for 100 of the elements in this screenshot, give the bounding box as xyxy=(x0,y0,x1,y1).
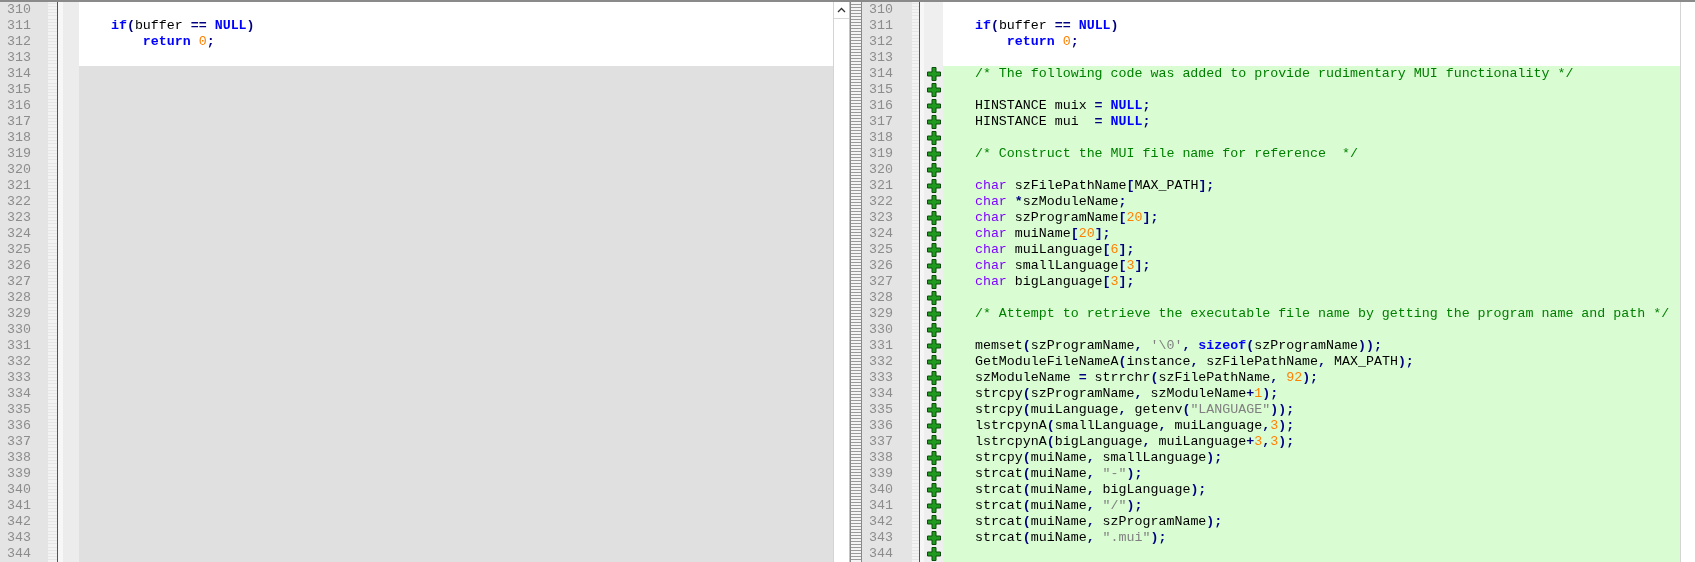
line-number: 323 xyxy=(0,210,48,226)
fold-margin xyxy=(48,306,58,322)
line-number: 324 xyxy=(0,226,48,242)
fold-margin xyxy=(48,498,58,514)
line-number: 315 xyxy=(862,82,912,98)
line-number: 333 xyxy=(862,370,912,386)
plus-icon xyxy=(926,115,941,129)
line-number: 310 xyxy=(0,2,48,18)
line-number: 338 xyxy=(0,450,48,466)
plus-icon xyxy=(926,371,941,385)
plus-icon xyxy=(926,83,941,97)
fold-margin xyxy=(48,354,58,370)
line-number: 311 xyxy=(862,18,912,34)
fold-margin xyxy=(48,514,58,530)
line-number: 313 xyxy=(0,50,48,66)
fold-margin xyxy=(48,402,58,418)
fold-margin xyxy=(48,82,58,98)
line-number: 321 xyxy=(862,178,912,194)
fold-margin xyxy=(48,242,58,258)
line-number: 318 xyxy=(862,130,912,146)
line-number: 337 xyxy=(862,434,912,450)
plus-icon xyxy=(926,387,941,401)
line-number: 336 xyxy=(0,418,48,434)
scrollbar[interactable] xyxy=(833,2,850,562)
fold-margin xyxy=(48,50,58,66)
plus-icon xyxy=(926,99,941,113)
line-number: 325 xyxy=(862,242,912,258)
line-number: 320 xyxy=(862,162,912,178)
line-number: 343 xyxy=(862,530,912,546)
caret-icon xyxy=(837,7,846,13)
fold-margin xyxy=(48,434,58,450)
plus-icon xyxy=(926,291,941,305)
line-number: 332 xyxy=(862,354,912,370)
line-number: 319 xyxy=(862,146,912,162)
plus-icon xyxy=(926,531,941,545)
line-number: 335 xyxy=(862,402,912,418)
line-number: 318 xyxy=(0,130,48,146)
line-number: 337 xyxy=(0,434,48,450)
line-number: 331 xyxy=(0,338,48,354)
line-number: 344 xyxy=(862,546,912,562)
line-number: 341 xyxy=(862,498,912,514)
line-number: 342 xyxy=(0,514,48,530)
line-number: 323 xyxy=(862,210,912,226)
line-number: 333 xyxy=(0,370,48,386)
line-number: 325 xyxy=(0,242,48,258)
plus-icon xyxy=(926,259,941,273)
plus-icon xyxy=(926,323,941,337)
fold-margin xyxy=(48,226,58,242)
plus-icon xyxy=(926,307,941,321)
fold-margin xyxy=(48,338,58,354)
line-number: 328 xyxy=(862,290,912,306)
line-number: 334 xyxy=(0,386,48,402)
line-number: 326 xyxy=(0,258,48,274)
plus-icon xyxy=(926,195,941,209)
line-number: 343 xyxy=(0,530,48,546)
line-number: 313 xyxy=(862,50,912,66)
line-number: 327 xyxy=(0,274,48,290)
fold-margin xyxy=(48,114,58,130)
plus-icon xyxy=(926,163,941,177)
line-number: 329 xyxy=(0,306,48,322)
line-number: 341 xyxy=(0,498,48,514)
fold-margin xyxy=(48,274,58,290)
line-number: 312 xyxy=(0,34,48,50)
line-number: 327 xyxy=(862,274,912,290)
plus-icon xyxy=(926,483,941,497)
line-number: 311 xyxy=(0,18,48,34)
plus-icon xyxy=(926,419,941,433)
line-number: 340 xyxy=(0,482,48,498)
plus-icon xyxy=(926,403,941,417)
line-number: 339 xyxy=(0,466,48,482)
fold-margin xyxy=(48,258,58,274)
line-number: 336 xyxy=(862,418,912,434)
line-number: 338 xyxy=(862,450,912,466)
line-number: 310 xyxy=(862,2,912,18)
plus-icon xyxy=(926,451,941,465)
plus-icon xyxy=(926,227,941,241)
plus-icon xyxy=(926,131,941,145)
plus-icon xyxy=(926,499,941,513)
line-number: 330 xyxy=(862,322,912,338)
line-number: 331 xyxy=(862,338,912,354)
plus-icon xyxy=(926,275,941,289)
line-number: 316 xyxy=(862,98,912,114)
plus-icon xyxy=(926,515,941,529)
plus-icon xyxy=(926,243,941,257)
line-number: 315 xyxy=(0,82,48,98)
fold-margin xyxy=(48,466,58,482)
line-number: 312 xyxy=(862,34,912,50)
line-number: 334 xyxy=(862,386,912,402)
plus-icon xyxy=(926,547,941,561)
line-number: 330 xyxy=(0,322,48,338)
fold-margin xyxy=(48,130,58,146)
fold-margin xyxy=(48,34,58,50)
line-number: 332 xyxy=(0,354,48,370)
plus-icon xyxy=(926,147,941,161)
line-number: 329 xyxy=(862,306,912,322)
line-number: 316 xyxy=(0,98,48,114)
plus-icon xyxy=(926,339,941,353)
line-number: 326 xyxy=(862,258,912,274)
fold-margin xyxy=(48,162,58,178)
fold-margin xyxy=(48,18,58,34)
